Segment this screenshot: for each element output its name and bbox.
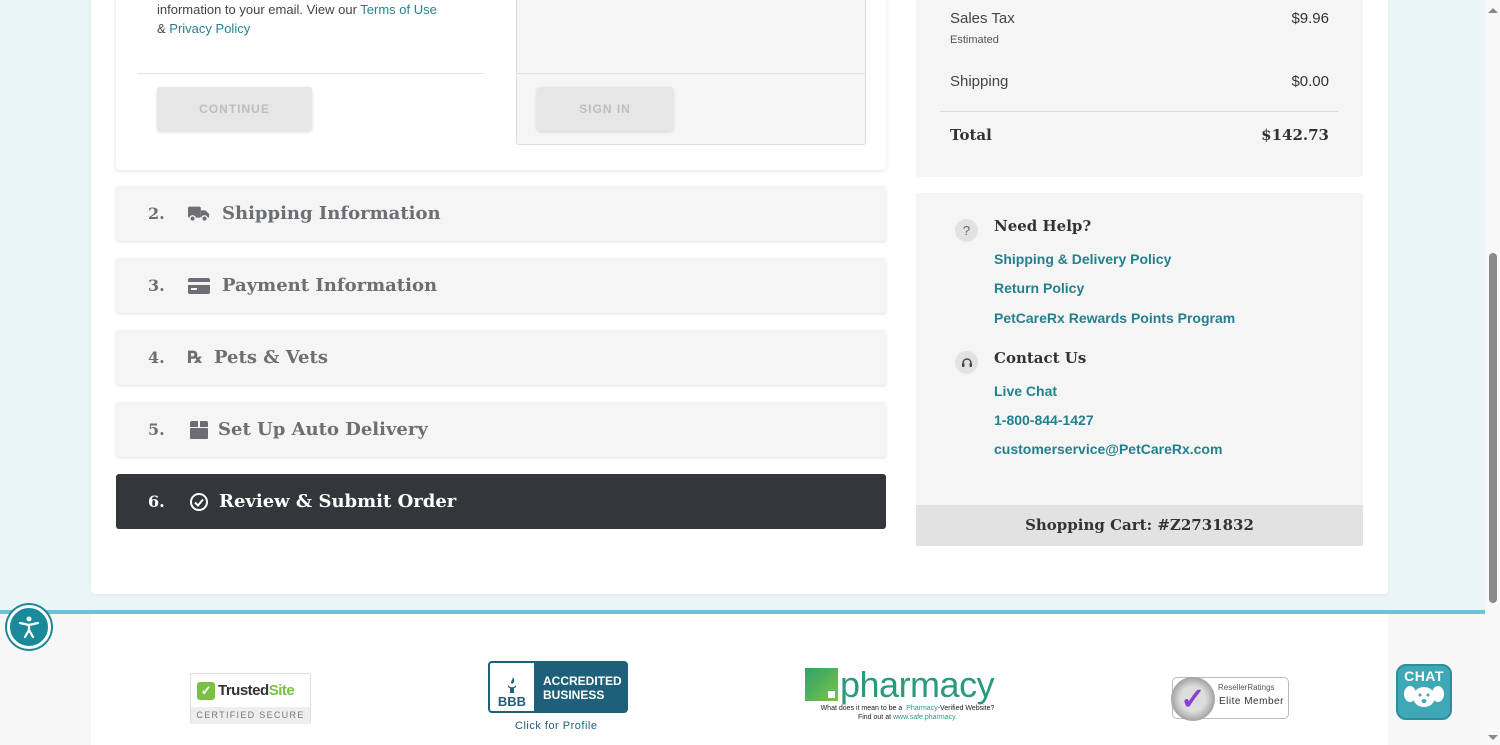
divider [517,73,865,74]
checkmark-medal-icon: ✓ [1171,677,1215,721]
pharmacy-verified-badge[interactable]: pharmacy What does it mean to be a .Phar… [805,667,1010,730]
sign-in-button[interactable]: SIGN IN [537,87,673,131]
scroll-down-arrow[interactable] [1488,735,1498,740]
step-number: 6. [148,492,165,511]
truck-icon [188,203,210,225]
privacy-policy-link[interactable]: Privacy Policy [169,21,250,36]
phone-link[interactable]: 1-800-844-1427 [994,412,1094,428]
sales-tax-label: Sales Tax [950,10,1015,27]
divider [940,111,1338,112]
step-pets-and-vets[interactable]: 4. ℞ Pets & Vets [116,330,886,385]
accessibility-icon [18,616,40,639]
sales-tax-estimated-note: Estimated [950,34,999,46]
return-policy-link[interactable]: Return Policy [994,280,1084,296]
step-label: Shipping Information [222,203,441,224]
checkmark-icon: ✓ [197,681,215,700]
sales-tax-value: $9.96 [1291,10,1329,27]
question-icon: ? [955,219,978,242]
step-set-up-auto-delivery[interactable]: 5. Set Up Auto Delivery [116,402,886,457]
bbb-torch-icon: BBB [490,663,534,711]
step-number: 3. [148,276,165,295]
accessibility-button[interactable] [7,605,51,649]
step-shipping-information[interactable]: 2. Shipping Information [116,186,886,241]
step-review-and-submit-order[interactable]: 6. Review & Submit Order [116,474,886,529]
shopping-cart-number: Shopping Cart: #Z2731832 [916,505,1363,546]
bbb-accredited-badge[interactable]: BBB ACCREDITED BUSINESS [488,661,628,713]
bbb-profile-link[interactable]: Click for Profile [515,720,597,732]
help-card [916,193,1363,546]
shipping-delivery-policy-link[interactable]: Shipping & Delivery Policy [994,251,1171,267]
check-circle-icon [188,491,210,513]
step-number: 2. [148,204,165,223]
chat-widget-button[interactable]: CHAT [1396,664,1452,720]
headset-icon [955,351,978,374]
total-label: Total [950,126,992,144]
credit-card-icon [188,275,210,297]
guest-checkout-text: information to your email. View our Term… [157,2,437,36]
divider [137,73,484,74]
pharmacy-logo-icon [805,668,838,701]
continue-button[interactable]: CONTINUE [157,87,312,131]
step-payment-information[interactable]: 3. Payment Information [116,258,886,313]
step-number: 4. [148,348,165,367]
trusted-site-badge[interactable]: ✓ Trusted Site CERTIFIED SECURE [190,673,311,724]
step-label: Review & Submit Order [219,491,457,512]
step-label: Pets & Vets [214,347,328,368]
need-help-heading: Need Help? [994,217,1092,235]
reseller-ratings-badge[interactable]: ✓ ResellerRatings Elite Member [1171,677,1289,721]
shipping-label: Shipping [950,73,1009,90]
dog-face-icon [1404,686,1444,707]
step-number: 5. [148,420,165,439]
scroll-up-arrow[interactable] [1488,8,1498,13]
email-link[interactable]: customerservice@PetCareRx.com [994,441,1222,457]
step-label: Set Up Auto Delivery [218,419,428,440]
contact-us-heading: Contact Us [994,349,1087,367]
step-label: Payment Information [222,275,438,296]
rewards-program-link[interactable]: PetCareRx Rewards Points Program [994,310,1235,326]
rx-icon: ℞ [187,347,203,368]
terms-of-use-link[interactable]: Terms of Use [360,2,437,17]
box-icon [188,419,210,441]
shipping-value: $0.00 [1291,73,1329,90]
scrollbar-thumb[interactable] [1489,253,1497,603]
total-value: $142.73 [1261,126,1329,144]
live-chat-link[interactable]: Live Chat [994,383,1057,399]
